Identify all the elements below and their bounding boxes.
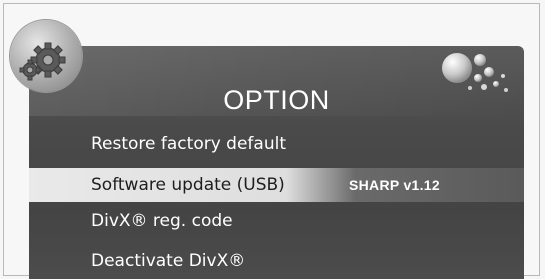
menu-item-label: DivX® reg. code xyxy=(91,211,233,231)
menu-item-deactivate-divx[interactable]: Deactivate DivX® xyxy=(29,244,524,278)
menu-item-label: Software update (USB) xyxy=(91,175,285,195)
menu-item-label: Restore factory default xyxy=(91,134,286,154)
menu-item-restore-factory-default[interactable]: Restore factory default xyxy=(29,127,524,161)
menu-item-divx-reg-code[interactable]: DivX® reg. code xyxy=(29,204,524,238)
bubbles-icon xyxy=(440,50,520,104)
software-version-value: SHARP v1.12 xyxy=(349,177,440,193)
menu-item-label: Deactivate DivX® xyxy=(91,251,246,271)
menu-item-software-update-usb[interactable]: Software update (USB) SHARP v1.12 xyxy=(29,168,524,202)
